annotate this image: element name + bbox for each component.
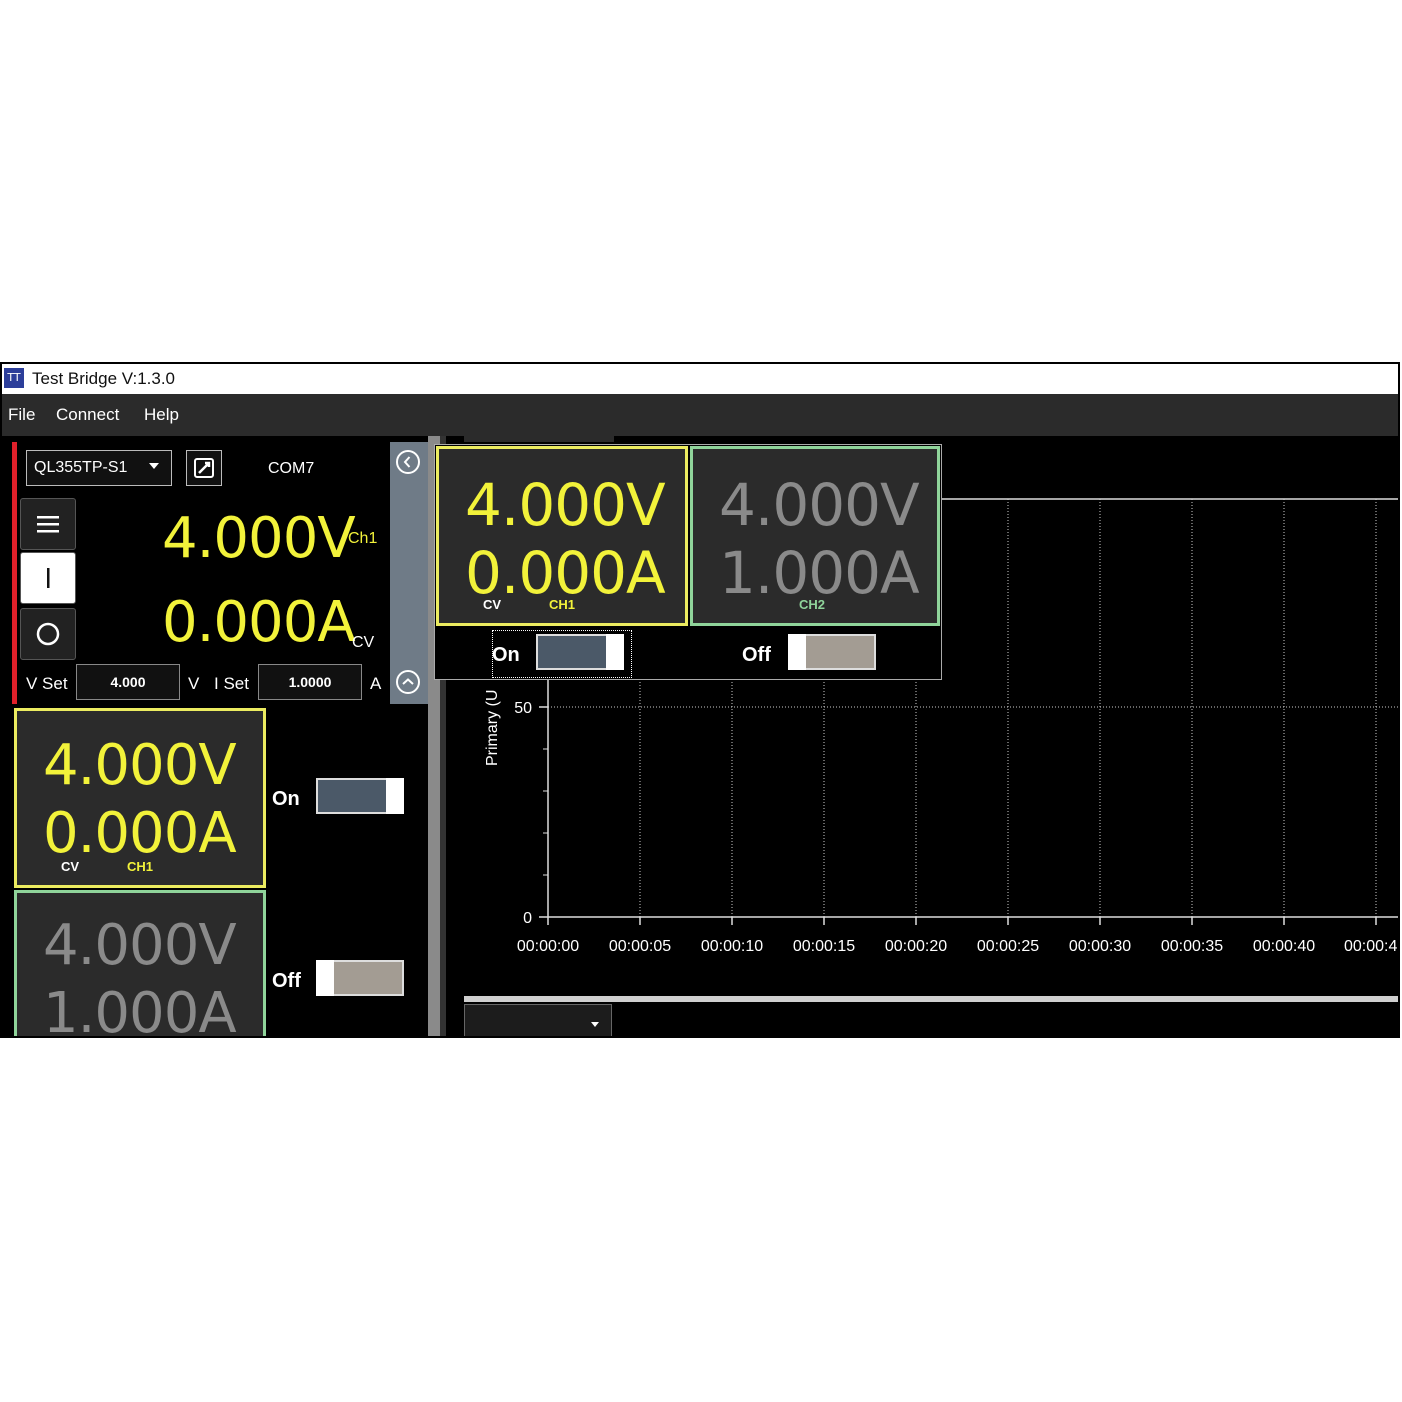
popup-ch1-output-toggle[interactable] [536, 634, 624, 670]
chart-series-dropdown[interactable] [464, 1004, 612, 1036]
ch2-switch-label: Off [272, 970, 301, 992]
x-tick-label: 00:00:25 [977, 938, 1039, 955]
current-readout: 0.000A [162, 590, 356, 655]
x-tick-label: 00:00:05 [609, 938, 671, 955]
popup-card-ch1[interactable]: 4.000V 0.000A CV CH1 [436, 446, 688, 626]
y-axis-label: Primary (U [484, 689, 501, 766]
hamburger-icon [37, 516, 59, 533]
ch1-switch-label: On [272, 788, 300, 810]
ch1-name: CH1 [127, 859, 154, 874]
menu-help[interactable]: Help [144, 405, 179, 425]
collapse-left-button[interactable] [396, 450, 420, 474]
ch1-current: 0.000A [43, 801, 237, 866]
toggle-knob [606, 634, 624, 670]
iset-unit: A [370, 674, 382, 693]
power-on-icon [47, 568, 50, 588]
collapse-up-button[interactable] [396, 670, 420, 694]
model-select-value: QL355TP-S1 [34, 459, 128, 476]
menu-bar: File Connect Help [2, 394, 1398, 436]
y-tick-label: 50 [514, 700, 532, 717]
popup-ch2-switch-label: Off [742, 644, 771, 666]
panel-scroll-strip [390, 442, 428, 704]
vset-label: V Set [26, 674, 68, 693]
x-tick-label: 00:00:4 [1344, 938, 1397, 955]
vset-input[interactable]: 4.000 [76, 664, 180, 700]
toggle-knob [316, 960, 334, 996]
voltage-readout: 4.000V [162, 506, 356, 571]
iset-input[interactable]: 1.0000 [258, 664, 362, 700]
mode-label: CV [352, 634, 375, 651]
chevron-up-icon [402, 678, 414, 685]
ch2-output-toggle[interactable] [316, 960, 404, 996]
y-tick-label: 0 [523, 910, 532, 927]
title-bar: TT Test Bridge V:1.3.0 [2, 364, 1398, 394]
toggle-knob [386, 778, 404, 814]
toggle-knob [788, 634, 806, 670]
x-tick-label: 00:00:15 [793, 938, 855, 955]
chevron-down-icon [591, 1022, 599, 1027]
popup-ch2-name: CH2 [799, 597, 826, 612]
popup-ch1-name: CH1 [549, 597, 576, 612]
popup-ch1-mode: CV [483, 597, 502, 612]
x-tick-label: 00:00:40 [1253, 938, 1315, 955]
popup-ch2-output-toggle[interactable] [788, 634, 876, 670]
app-window: TT Test Bridge V:1.3.0 File Connect Help… [0, 362, 1400, 1038]
port-label: COM7 [268, 460, 315, 477]
channel-label: Ch1 [348, 530, 378, 547]
vset-unit: V [188, 674, 200, 693]
popup-ch1-voltage: 4.000V [465, 471, 666, 539]
ch1-output-toggle[interactable] [316, 778, 404, 814]
popup-ch2-voltage: 4.000V [719, 471, 920, 539]
model-select[interactable]: QL355TP-S1 [26, 450, 172, 486]
menu-file[interactable]: File [8, 405, 35, 425]
iset-label: I Set [214, 674, 249, 693]
output-on-button[interactable] [20, 552, 76, 604]
popup-ch1-switch-label: On [492, 644, 520, 666]
ch1-voltage: 4.000V [43, 733, 237, 798]
popup-card-ch2[interactable]: 4.000V 1.000A CH2 [690, 446, 940, 626]
channel-card-ch2[interactable]: 4.000V 1.000A [14, 890, 266, 1038]
x-tick-label: 00:00:20 [885, 938, 947, 955]
x-tick-label: 00:00:00 [517, 938, 579, 955]
chevron-left-icon [403, 456, 411, 468]
ch2-current: 1.000A [43, 981, 237, 1038]
menu-connect[interactable]: Connect [56, 405, 119, 425]
window-title: Test Bridge V:1.3.0 [32, 369, 176, 388]
channel-card-ch1[interactable]: 4.000V 0.000A CV CH1 [14, 708, 266, 888]
ch2-voltage: 4.000V [43, 913, 237, 978]
edit-button[interactable] [186, 450, 222, 486]
chart-horizontal-scrollbar[interactable] [464, 996, 1398, 1002]
edit-icon [194, 458, 214, 478]
x-tick-label: 00:00:10 [701, 938, 763, 955]
power-off-icon [36, 622, 60, 646]
chevron-down-icon [149, 463, 159, 469]
x-tick-label: 00:00:30 [1069, 938, 1131, 955]
ch1-mode: CV [61, 859, 80, 874]
output-off-button[interactable] [20, 608, 76, 660]
menu-button[interactable] [20, 498, 76, 550]
app-logo-icon: TT [4, 368, 24, 388]
x-tick-label: 00:00:35 [1161, 938, 1223, 955]
